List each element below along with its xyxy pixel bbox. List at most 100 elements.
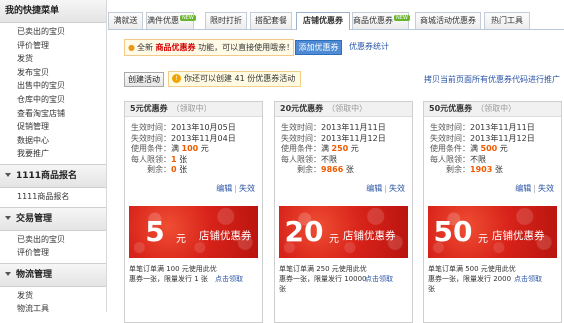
- card-actions: 编辑 | 失效: [366, 184, 405, 193]
- sidebar: 我的快捷菜单 已卖出的宝贝 评价管理 发货 发布宝贝 出售中的宝贝 仓库中的宝贝…: [0, 0, 107, 313]
- coupon-banner: 5 元 店铺优惠券: [129, 206, 258, 258]
- card-status: （领取中）: [327, 104, 368, 113]
- section-title: 交易管理: [16, 213, 53, 224]
- coupon-type-label: 店铺优惠券: [492, 230, 545, 242]
- start-date: 2013年11月11日: [321, 123, 386, 132]
- remaining-count: 9866: [321, 165, 344, 175]
- card-status: （领取中）: [476, 104, 517, 113]
- tab-shop-coupon[interactable]: 店铺优惠券: [296, 12, 350, 30]
- per-user-limit: 1: [171, 154, 177, 164]
- remaining-activities-tip: ! 你还可以创建 41 份优惠券活动: [168, 71, 302, 87]
- copy-all-codes-link[interactable]: 拷贝当前页面所有优惠券代码进行推广: [424, 74, 560, 85]
- sidebar-item-logistics-ship[interactable]: 发货: [0, 289, 106, 303]
- edit-link[interactable]: 编辑: [216, 184, 232, 193]
- card-header: 5元优惠券 （领取中）: [125, 102, 262, 117]
- condition-amount: 100: [181, 144, 199, 154]
- condition-amount: 500: [480, 144, 498, 154]
- card-title: 5元优惠券: [130, 104, 168, 113]
- coupon-unit: 元: [329, 234, 339, 245]
- invalidate-link[interactable]: 失效: [239, 184, 255, 193]
- per-user-limit: 不限: [470, 154, 486, 164]
- sidebar-item-logistics-tools[interactable]: 物流工具: [0, 302, 106, 316]
- section-title: 物流管理: [16, 269, 53, 280]
- lightbulb-icon: ●: [128, 43, 135, 52]
- feature-notice: ● 全新 商品优惠券 功能，可以直接使用哦亲！: [124, 39, 294, 56]
- tab-bar: 满就送 满件优惠 NEW 限时打折 搭配套餐 店铺优惠券 商品优惠券 NEW 商城活…: [108, 12, 564, 30]
- create-activity-button[interactable]: 创建活动: [124, 72, 164, 87]
- card-header: 20元优惠券 （领取中）: [275, 102, 412, 117]
- coupon-card: 20元优惠券 （领取中） 生效时间：2013年11月11日 失效时间：2013年1…: [274, 101, 413, 323]
- invalidate-link[interactable]: 失效: [389, 184, 405, 193]
- coupon-unit: 元: [478, 234, 488, 245]
- sidebar-item-publish[interactable]: 发布宝贝: [0, 66, 106, 80]
- coupon-banner: 50 元 店铺优惠券: [428, 206, 557, 258]
- sidebar-item-reviews[interactable]: 评价管理: [0, 39, 106, 53]
- coupon-card: 5元优惠券 （领取中） 生效时间：2013年10月05日 失效时间：2013年11…: [124, 101, 263, 323]
- sidebar-section-header[interactable]: 交易管理: [0, 207, 106, 231]
- edit-link[interactable]: 编辑: [515, 184, 531, 193]
- coupon-banner: 20 元 店铺优惠券: [279, 206, 408, 258]
- claim-link[interactable]: 点击领取: [365, 274, 393, 284]
- sidebar-item-advertise[interactable]: 我要推广: [0, 147, 106, 161]
- remaining-count: 1903: [470, 165, 493, 175]
- edit-link[interactable]: 编辑: [366, 184, 382, 193]
- tab-item-coupon[interactable]: 商品优惠券 NEW: [352, 12, 410, 29]
- per-user-limit: 不限: [321, 154, 337, 164]
- sidebar-section-logistics: 物流管理 发货 物流工具: [0, 262, 106, 319]
- coupon-description: 单笔订单满 250 元使用此优惠券一张，限量发行 10000 张: [279, 265, 367, 293]
- sidebar-item-sold[interactable]: 已卖出的宝贝: [0, 25, 106, 39]
- sidebar-item-1111-signup[interactable]: 1111商品报名: [0, 190, 106, 204]
- sidebar-item-data-center[interactable]: 数据中心: [0, 134, 106, 148]
- tab-mall-coupon[interactable]: 商城活动优惠券: [415, 12, 481, 29]
- notice-highlight: 商品优惠券: [155, 43, 196, 52]
- coupon-amount: 50: [433, 215, 473, 248]
- card-actions: 编辑 | 失效: [515, 184, 554, 193]
- sidebar-item-trade-reviews[interactable]: 评价管理: [0, 246, 106, 260]
- card-title: 20元优惠券: [280, 104, 324, 113]
- sidebar-item-on-sale[interactable]: 出售中的宝贝: [0, 79, 106, 93]
- coupon-type-label: 店铺优惠券: [199, 230, 252, 242]
- tab-man-jian-youhui[interactable]: 满件优惠 NEW: [146, 12, 196, 29]
- sidebar-item-promotion[interactable]: 促销管理: [0, 120, 106, 134]
- sidebar-section-header[interactable]: 1111商品报名: [0, 164, 106, 188]
- tab-bundle[interactable]: 搭配套餐: [250, 12, 292, 29]
- card-status: （领取中）: [171, 104, 212, 113]
- end-date: 2013年11月12日: [470, 133, 535, 143]
- chevron-down-icon: [5, 272, 11, 277]
- coupon-description: 单笔订单满 100 元使用此优惠券一张，限量发行 1 张: [129, 265, 217, 283]
- sidebar-item-warehouse[interactable]: 仓库中的宝贝: [0, 93, 106, 107]
- remaining-count: 0: [171, 165, 177, 175]
- sidebar-item-view-shop[interactable]: 查看淘宝店铺: [0, 107, 106, 121]
- coupon-unit: 元: [176, 234, 186, 245]
- condition-amount: 250: [331, 144, 349, 154]
- tab-hot-tools[interactable]: 热门工具: [484, 12, 530, 29]
- sidebar-item-ship[interactable]: 发货: [0, 52, 106, 66]
- quick-menu-list: 已卖出的宝贝 评价管理 发货 发布宝贝 出售中的宝贝 仓库中的宝贝 查看淘宝店铺…: [0, 23, 106, 164]
- coupon-stats-link[interactable]: 优惠券统计: [349, 41, 389, 52]
- start-date: 2013年11月11日: [470, 123, 535, 132]
- section-title: 1111商品报名: [16, 170, 78, 181]
- tab-limited-discount[interactable]: 限时打折: [205, 12, 247, 29]
- sidebar-item-trade-sold[interactable]: 已卖出的宝贝: [0, 233, 106, 247]
- sidebar-section-trade: 交易管理 已卖出的宝贝 评价管理: [0, 206, 106, 263]
- start-date: 2013年10月05日: [171, 123, 236, 132]
- card-header: 50元优惠券 （领取中）: [424, 102, 561, 117]
- card-title: 50元优惠券: [429, 104, 473, 113]
- coupon-description: 单笔订单满 500 元使用此优惠券一张，限量发行 2000 张: [428, 265, 516, 293]
- warning-icon: !: [172, 74, 181, 83]
- coupon-card: 50元优惠券 （领取中） 生效时间：2013年11月11日 失效时间：2013年1…: [423, 101, 562, 323]
- new-badge: NEW: [180, 15, 196, 21]
- tab-man-jiu-song[interactable]: 满就送: [108, 12, 143, 29]
- new-badge: NEW: [394, 15, 410, 21]
- coupon-amount: 20: [284, 215, 324, 248]
- quick-menu-title: 我的快捷菜单: [0, 0, 106, 23]
- end-date: 2013年11月04日: [171, 133, 236, 143]
- claim-link[interactable]: 点击领取: [514, 274, 542, 284]
- sidebar-section-1111: 1111商品报名 1111商品报名: [0, 163, 106, 207]
- end-date: 2013年11月12日: [321, 133, 386, 143]
- claim-link[interactable]: 点击领取: [215, 274, 243, 284]
- invalidate-link[interactable]: 失效: [538, 184, 554, 193]
- sidebar-section-header[interactable]: 物流管理: [0, 263, 106, 287]
- coupon-amount: 5: [145, 215, 165, 248]
- add-coupon-button[interactable]: 添加优惠券: [295, 40, 342, 55]
